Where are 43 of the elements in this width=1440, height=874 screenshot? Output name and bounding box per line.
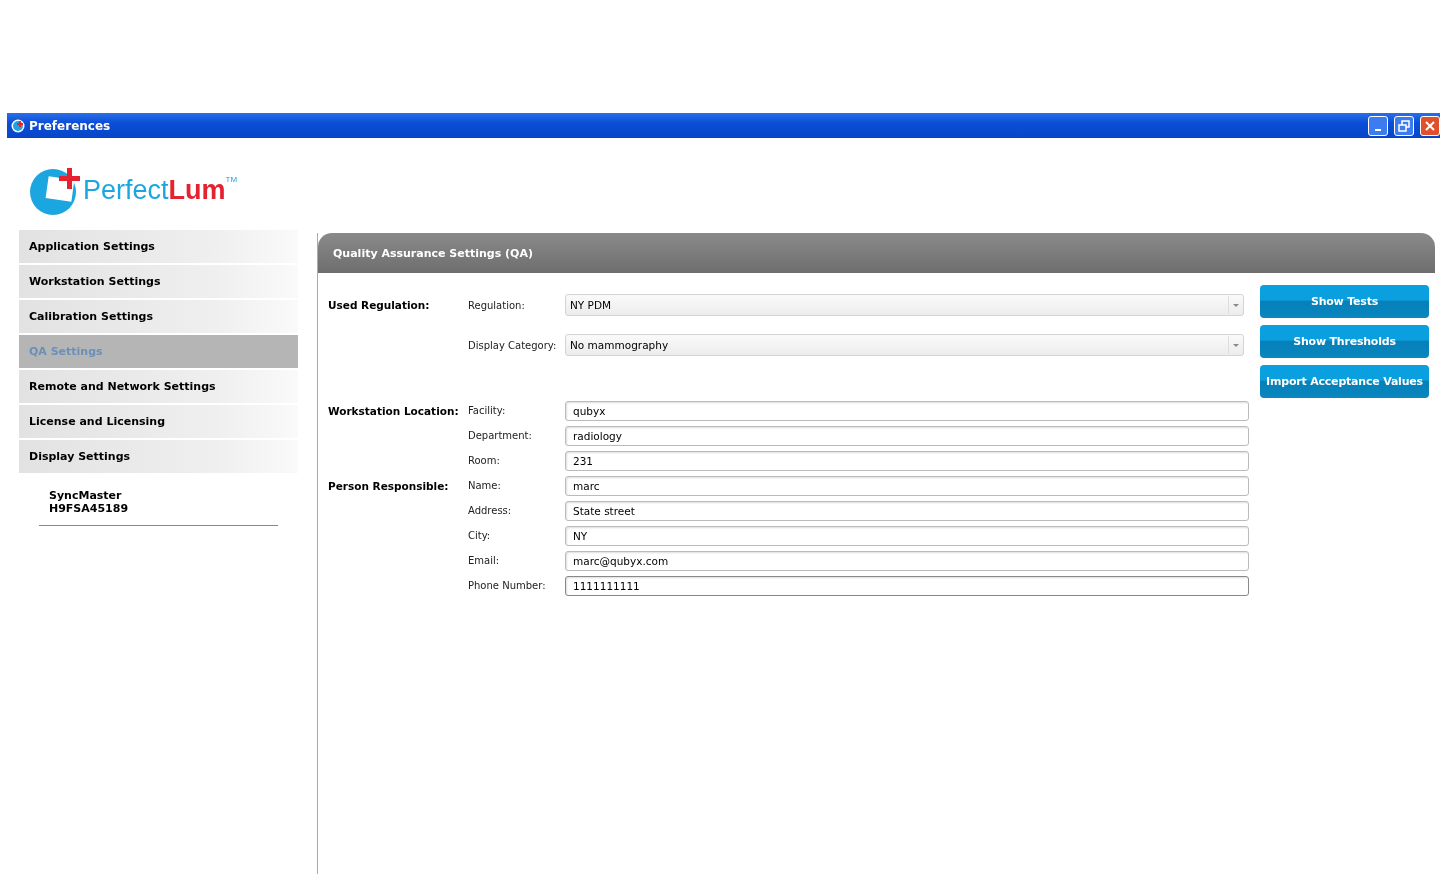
group-label: Used Regulation: — [328, 299, 431, 311]
panel-header: Quality Assurance Settings (QA) — [318, 233, 1435, 273]
field-label: City: — [468, 530, 492, 541]
logo-wordmark: PerfectLum$^{TM}$ — [83, 174, 238, 206]
dropdown[interactable]: NY PDM — [565, 294, 1244, 316]
field-label: Department: — [468, 430, 533, 441]
sidebar-item[interactable]: Workstation Settings — [19, 265, 298, 298]
sidebar-item[interactable]: Calibration Settings — [19, 300, 298, 333]
field-label: Address: — [468, 505, 513, 516]
app-icon — [11, 118, 25, 133]
sidebar-item[interactable]: Application Settings — [19, 230, 298, 263]
close-button[interactable] — [1420, 115, 1440, 136]
group-label: Person Responsible: — [328, 479, 450, 492]
minimize-button[interactable] — [1368, 115, 1388, 136]
input-field[interactable]: marc — [565, 475, 1249, 496]
input-field[interactable]: 1111111111 — [565, 575, 1249, 596]
field-label: Email: — [468, 555, 501, 566]
sidebar-item[interactable]: Display Settings — [19, 440, 298, 473]
group-label: Workstation Location: — [328, 404, 460, 417]
field-label: Display Category: — [468, 339, 558, 351]
window-title: Preferences — [29, 118, 112, 133]
restore-icon — [1398, 119, 1410, 132]
field-label: Regulation: — [468, 299, 526, 311]
field-label: Phone Number: — [468, 580, 547, 591]
input-field[interactable]: marc@qubyx.com — [565, 550, 1249, 571]
sidebar-item[interactable]: Remote and Network Settings — [19, 370, 298, 403]
input-field[interactable]: radiology — [565, 425, 1249, 446]
input-field[interactable]: 231 — [565, 450, 1249, 471]
field-label: Room: — [468, 455, 501, 466]
display-device-item[interactable]: SyncMaster H9FSA45189 — [39, 475, 278, 526]
dropdown[interactable]: No mammography — [565, 334, 1244, 356]
close-icon — [1424, 119, 1436, 132]
action-button[interactable]: Show Tests — [1260, 285, 1429, 318]
restore-button[interactable] — [1394, 115, 1414, 136]
field-label: Name: — [468, 480, 502, 491]
input-field[interactable]: NY — [565, 525, 1249, 546]
field-label: Facility: — [468, 405, 507, 416]
action-button[interactable]: Show Thresholds — [1260, 325, 1429, 358]
minimize-icon — [1375, 128, 1381, 131]
input-field[interactable]: State street — [565, 500, 1249, 521]
sidebar-item[interactable]: License and Licensing — [19, 405, 298, 438]
input-field[interactable]: qubyx — [565, 400, 1249, 421]
action-button[interactable]: Import Acceptance Values — [1260, 365, 1429, 398]
